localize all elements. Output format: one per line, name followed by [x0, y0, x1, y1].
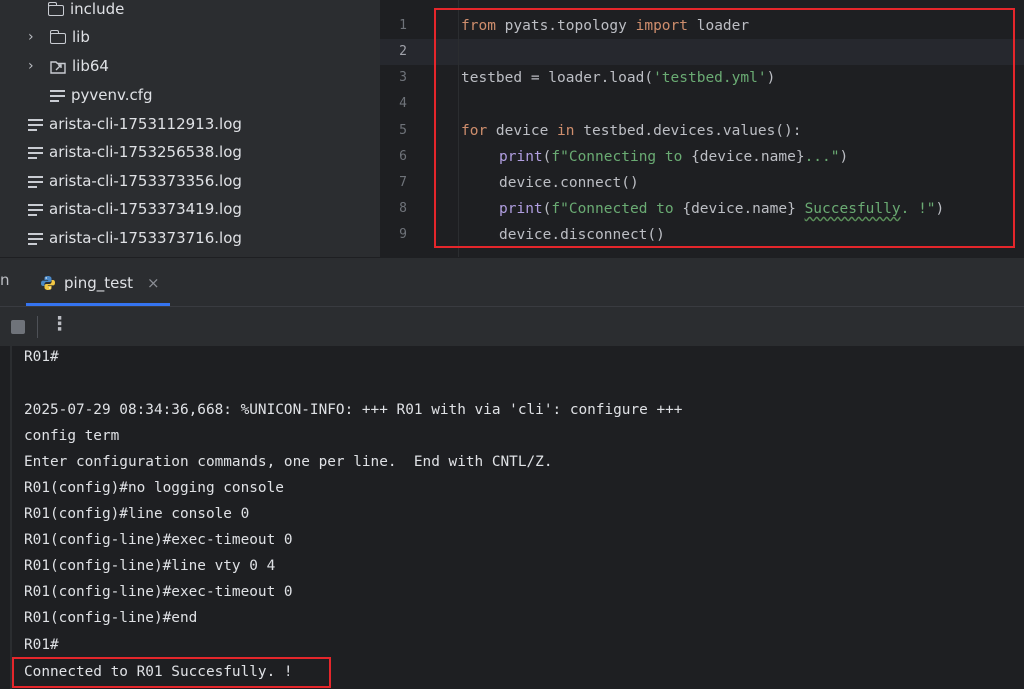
tree-item-log[interactable]: arista-cli-1753373356.log — [28, 170, 242, 192]
toolbar-divider — [37, 316, 38, 338]
code-editor[interactable]: 1 from pyats.topology import loader 2 3 … — [380, 0, 1024, 257]
spelling-warning: Succesfully — [804, 201, 901, 217]
code-line[interactable]: 2 — [380, 39, 1024, 65]
code-text[interactable]: from pyats.topology import loader — [461, 13, 749, 39]
console-gutter — [10, 346, 12, 689]
code-line[interactable]: 5 for device in testbed.devices.values()… — [380, 118, 1024, 144]
console-line: R01(config)#no logging console — [24, 480, 284, 496]
console-line: R01(config-line)#exec-timeout 0 — [24, 532, 293, 548]
run-tab-bar: n ping_test × — [0, 257, 1024, 307]
tree-item-label: arista-cli-1753112913.log — [49, 115, 242, 133]
code-line[interactable]: 4 — [380, 91, 1024, 117]
code-line[interactable]: 8 print(f"Connected to {device.name} Suc… — [380, 196, 1024, 222]
text-file-icon — [28, 175, 43, 188]
tree-item-label: arista-cli-1753373716.log — [49, 229, 242, 247]
text-file-icon — [50, 89, 65, 102]
code-text[interactable]: print(f"Connecting to {device.name}...") — [499, 144, 848, 170]
tree-item-include[interactable]: include — [47, 0, 125, 20]
tree-item-log[interactable]: arista-cli-1753256538.log — [28, 141, 242, 163]
text-file-icon — [28, 118, 43, 131]
text-file-icon — [28, 232, 43, 245]
code-text[interactable]: testbed = loader.load('testbed.yml') — [461, 65, 775, 91]
tree-item-log[interactable]: arista-cli-1753373419.log — [28, 198, 242, 220]
folder-icon — [49, 29, 66, 44]
folder-icon — [47, 1, 64, 16]
console-line: R01(config)#line console 0 — [24, 506, 250, 522]
line-number: 3 — [399, 70, 407, 85]
code-text[interactable]: device.connect() — [499, 170, 639, 196]
console-line: R01(config-line)#exec-timeout 0 — [24, 584, 293, 600]
text-file-icon — [28, 203, 43, 216]
line-number: 7 — [399, 175, 407, 190]
more-options-icon[interactable]: ⋮ — [50, 313, 69, 335]
stop-icon[interactable] — [11, 320, 25, 334]
console-output[interactable]: R01# 2025-07-29 08:34:36,668: %UNICON-IN… — [0, 346, 1024, 689]
code-line[interactable]: 3 testbed = loader.load('testbed.yml') — [380, 65, 1024, 91]
tree-item-label: arista-cli-1753373419.log — [49, 200, 242, 218]
tree-item-lib64[interactable]: › lib64 — [28, 55, 109, 77]
line-number: 8 — [399, 201, 407, 216]
tab-previous-partial[interactable]: n — [0, 271, 10, 289]
text-file-icon — [28, 146, 43, 159]
code-line[interactable]: 1 from pyats.topology import loader — [380, 13, 1024, 39]
console-line: Connected to R01 Succesfully. ! — [24, 664, 293, 680]
code-line[interactable]: 9 device.disconnect() — [380, 222, 1024, 248]
tree-item-label: include — [70, 0, 125, 18]
close-icon[interactable]: × — [147, 274, 160, 292]
console-line: Enter configuration commands, one per li… — [24, 454, 553, 470]
tree-item-label: lib — [72, 28, 90, 46]
console-line: R01(config-line)#end — [24, 610, 198, 626]
tree-item-label: pyvenv.cfg — [71, 86, 153, 104]
line-number: 5 — [399, 123, 407, 138]
run-toolbar: ⋮ — [0, 306, 1024, 347]
linked-folder-icon — [50, 59, 66, 74]
code-line[interactable]: 6 print(f"Connecting to {device.name}...… — [380, 144, 1024, 170]
tree-item-lib[interactable]: › lib — [28, 26, 90, 48]
line-number: 2 — [399, 44, 407, 59]
code-line[interactable]: 7 device.connect() — [380, 170, 1024, 196]
line-number: 1 — [399, 18, 407, 33]
tree-item-label: arista-cli-1753256538.log — [49, 143, 242, 161]
console-line: 2025-07-29 08:34:36,668: %UNICON-INFO: +… — [24, 402, 683, 418]
project-tree: include › lib › lib64 pyvenv.cfg arista-… — [0, 0, 380, 257]
console-line: R01# — [24, 637, 59, 653]
tree-item-log[interactable]: arista-cli-1753373716.log — [28, 227, 242, 249]
tab-ping-test[interactable]: ping_test × — [40, 258, 160, 307]
line-number: 9 — [399, 227, 407, 242]
line-number: 6 — [399, 149, 407, 164]
console-line: config term — [24, 428, 120, 444]
console-line: R01(config-line)#line vty 0 4 — [24, 558, 276, 574]
code-text[interactable]: print(f"Connected to {device.name} Succe… — [499, 196, 944, 222]
tree-item-label: lib64 — [72, 57, 109, 75]
code-text[interactable]: for device in testbed.devices.values(): — [461, 118, 802, 144]
chevron-right-icon[interactable]: › — [28, 29, 38, 45]
console-line: R01# — [24, 349, 59, 365]
tree-item-log[interactable]: arista-cli-1753112913.log — [28, 113, 242, 135]
chevron-right-icon[interactable]: › — [28, 58, 38, 74]
python-icon — [40, 275, 56, 291]
line-number: 4 — [399, 96, 407, 111]
tab-label: ping_test — [64, 273, 134, 292]
code-text[interactable]: device.disconnect() — [499, 222, 665, 248]
tree-item-pyvenv[interactable]: pyvenv.cfg — [50, 84, 153, 106]
tree-item-label: arista-cli-1753373356.log — [49, 172, 242, 190]
